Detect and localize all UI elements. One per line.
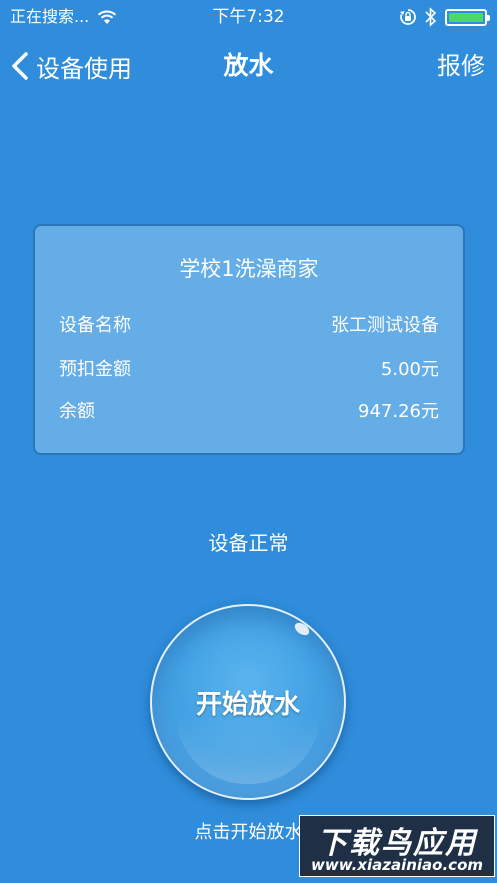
rotation-lock-icon xyxy=(400,9,416,25)
status-bar: 正在搜索... 下午7:32 xyxy=(0,0,497,34)
status-right xyxy=(399,0,490,34)
start-water-button[interactable]: 开始放水 xyxy=(150,604,346,800)
chevron-left-icon xyxy=(12,52,28,80)
device-name-row: 设备名称 张工测试设备 xyxy=(59,312,439,340)
report-repair-button[interactable]: 报修 xyxy=(437,46,485,86)
row-label: 余额 xyxy=(59,401,95,422)
row-label: 设备名称 xyxy=(59,315,131,336)
battery-icon xyxy=(445,8,490,26)
row-label: 预扣金额 xyxy=(59,359,131,380)
back-button[interactable]: 设备使用 xyxy=(10,46,132,86)
back-label: 设备使用 xyxy=(36,54,132,83)
merchant-name: 学校1洗澡商家 xyxy=(179,257,319,281)
bubble-glint xyxy=(292,620,312,638)
bubble-reflection xyxy=(176,714,320,784)
device-status-text: 设备正常 xyxy=(208,531,289,555)
watermark-url: www.xiazainiao.com xyxy=(310,856,484,874)
row-value: 5.00元 xyxy=(380,359,439,380)
row-value: 947.26元 xyxy=(358,401,439,422)
row-value: 张工测试设备 xyxy=(331,315,439,336)
bluetooth-icon xyxy=(425,7,437,27)
battery-fill xyxy=(449,12,483,22)
prepaid-amount-row: 预扣金额 5.00元 xyxy=(59,356,439,384)
device-info-card: 学校1洗澡商家 设备名称 张工测试设备 预扣金额 5.00元 余额 947.26… xyxy=(33,224,465,455)
nav-bar: 设备使用 放水 报修 xyxy=(0,36,497,96)
watermark-logo: 下载鸟应用 www.xiazainiao.com xyxy=(299,815,495,877)
balance-row: 余额 947.26元 xyxy=(59,398,439,426)
start-water-label: 开始放水 xyxy=(195,689,300,720)
